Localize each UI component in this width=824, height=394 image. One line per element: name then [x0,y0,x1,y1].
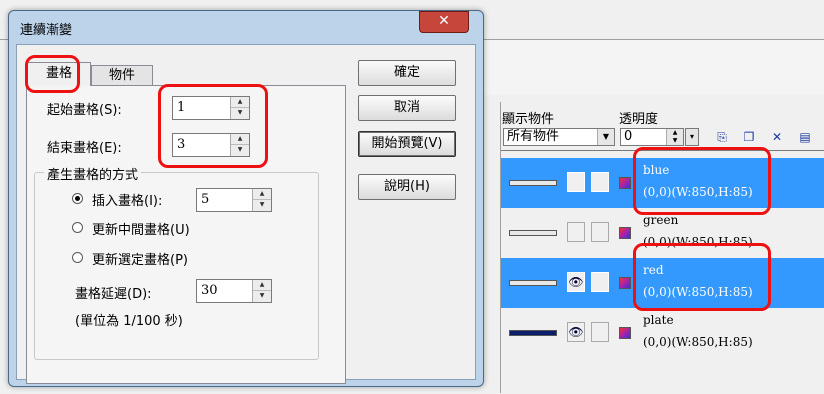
opacity-spin-icon[interactable]: ▲ ▼ [666,129,683,145]
tab-objects[interactable]: 物件 [91,65,153,85]
show-objects-select[interactable]: 所有物件 ▼ [503,128,615,146]
cancel-button[interactable]: 取消 [358,95,456,121]
spin-up-icon[interactable]: ▲ [253,189,271,200]
lock-toggle[interactable] [591,272,609,292]
layer-thumbnail [509,280,557,286]
show-objects-value: 所有物件 [507,129,560,144]
close-icon: ✕ [438,13,450,29]
unit-note: (單位為 1/100 秒) [75,314,183,329]
update-selected-frames-label: 更新選定畫格(P) [92,253,188,268]
chevron-down-icon[interactable]: ▼ [597,129,614,145]
spin-down-icon[interactable]: ▼ [253,291,271,302]
highlight-annotation [633,147,771,215]
delete-icon[interactable]: ✕ [770,130,784,144]
update-middle-frames-radio[interactable] [72,222,83,233]
frame-delay-value: 30 [201,283,218,298]
start-frame-label: 起始畫格(S): [47,103,122,118]
properties-icon[interactable]: ▤ [798,130,812,144]
insert-frames-radio[interactable] [72,193,83,204]
end-frame-label: 結束畫格(E): [47,141,122,156]
opacity-field[interactable]: 0 ▲ ▼ [620,128,684,146]
update-middle-frames-label: 更新中間畫格(U) [92,223,190,238]
layer-thumbnail [509,330,557,336]
highlight-annotation [633,243,771,311]
layer-name: plate [643,313,674,327]
help-button[interactable]: 說明(H) [358,174,456,200]
preview-button[interactable]: 開始預覽(V) [358,131,456,157]
dialog-title: 連續漸變 [20,23,73,38]
opacity-value: 0 [624,129,633,144]
frame-delay-stepper[interactable]: 30 ▲ ▼ [196,279,272,303]
layer-dims: (0,0)(W:850,H:85) [643,335,753,349]
color-swatch-icon [619,177,631,189]
insert-frames-value: 5 [201,192,210,207]
spin-up-icon[interactable]: ▲ [253,280,271,291]
show-objects-label: 顯示物件 [502,112,555,127]
visibility-toggle[interactable] [567,172,585,192]
layer-row[interactable]: 👁 plate (0,0)(W:850,H:85) [501,308,824,358]
visibility-toggle[interactable] [567,222,585,242]
lock-toggle[interactable] [591,172,609,192]
lock-toggle[interactable] [591,322,609,342]
eye-icon[interactable]: 👁 [567,272,585,292]
background-canvas-area [480,40,824,95]
layer-thumbnail [509,180,557,186]
group-title: 產生畫格的方式 [44,164,142,183]
close-button[interactable]: ✕ [419,11,469,33]
spin-down-icon[interactable]: ▼ [253,200,271,211]
insert-frames-stepper[interactable]: 5 ▲ ▼ [196,188,272,212]
duplicate-icon[interactable]: ❐ [742,130,756,144]
frame-delay-label: 畫格延遲(D): [75,287,152,302]
layer-name: green [643,213,679,227]
dropdown-arrow-icon[interactable]: ▾ [686,129,698,145]
update-selected-frames-radio[interactable] [72,252,83,263]
color-swatch-icon [619,327,631,339]
layer-thumbnail [509,230,557,236]
color-swatch-icon [619,277,631,289]
opacity-label: 透明度 [619,112,659,127]
lock-toggle[interactable] [591,222,609,242]
import-icon[interactable]: ⎘ [715,130,729,144]
opacity-dropdown[interactable]: ▾ [685,128,699,146]
insert-frames-label: 插入畫格(I): [92,194,163,209]
ok-button[interactable]: 確定 [358,60,456,86]
highlight-annotation [158,84,268,168]
color-swatch-icon [619,227,631,239]
eye-icon[interactable]: 👁 [567,322,585,342]
highlight-annotation [25,55,80,93]
